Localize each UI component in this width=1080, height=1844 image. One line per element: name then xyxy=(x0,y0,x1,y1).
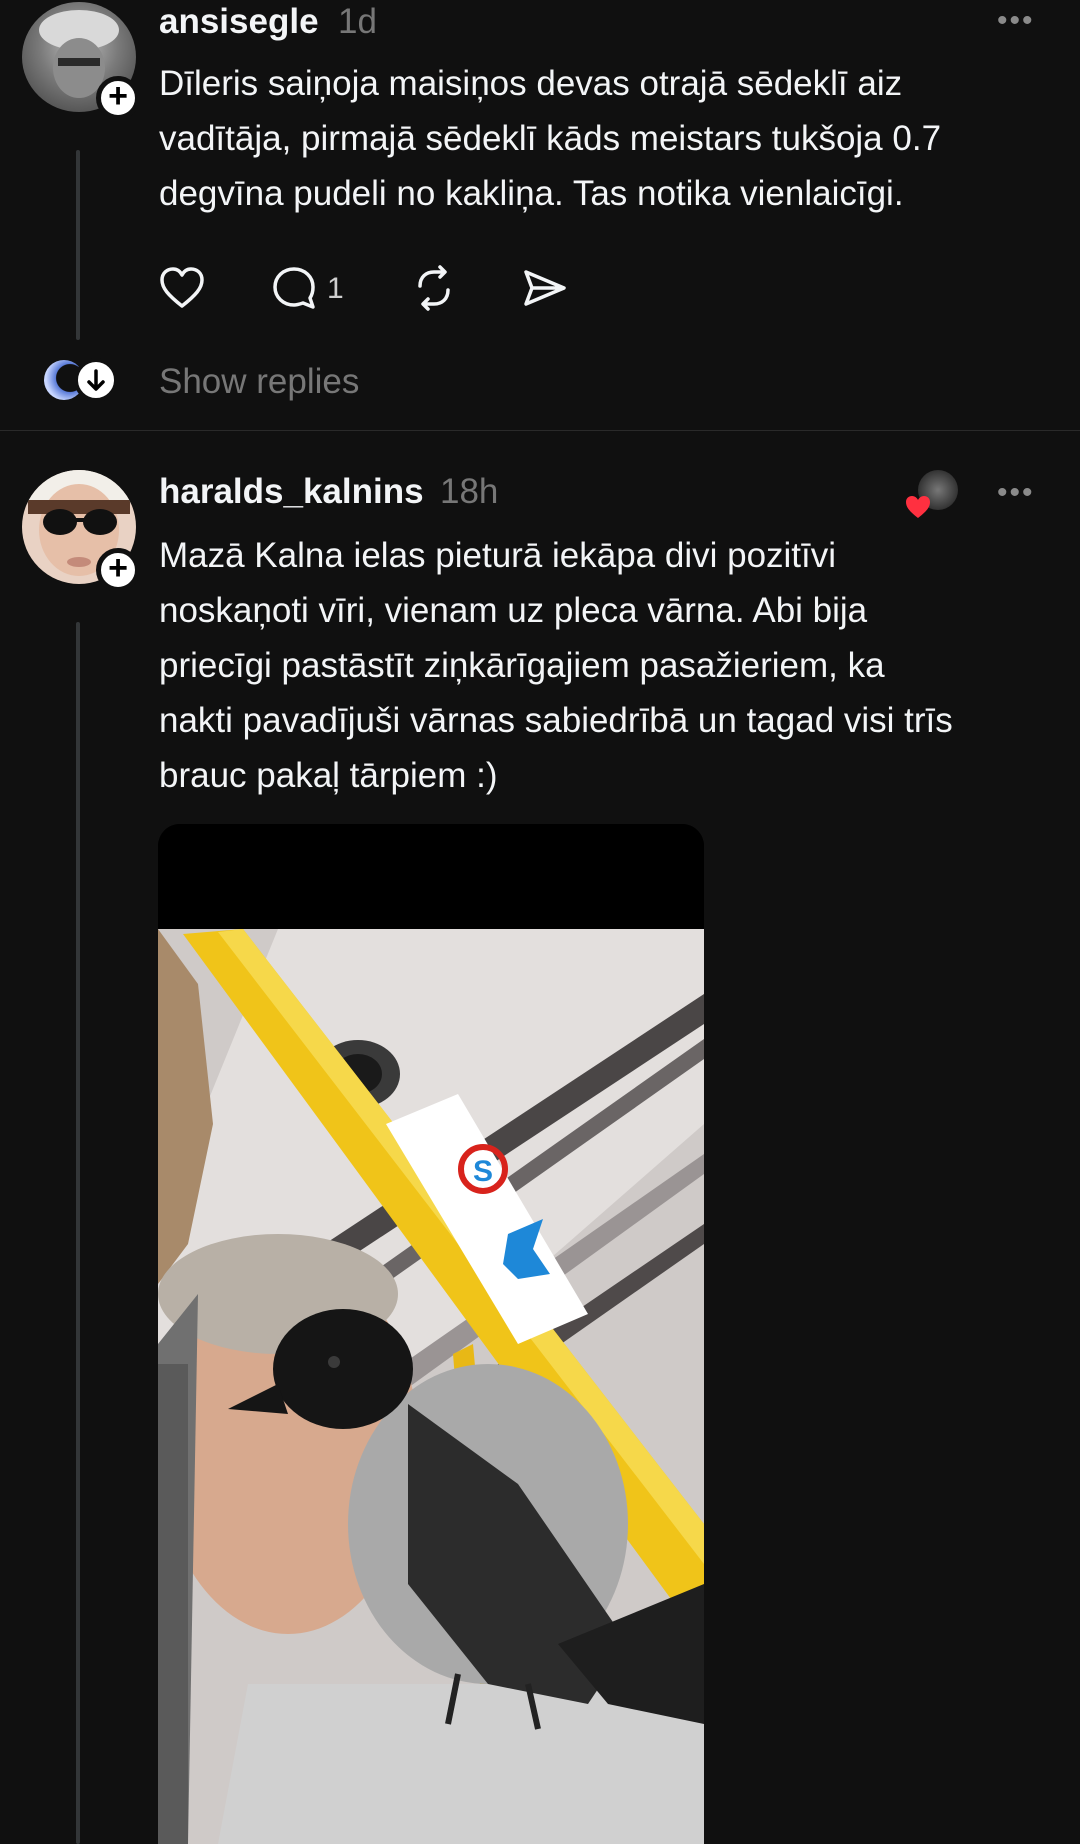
send-icon[interactable] xyxy=(520,264,568,312)
comment-icon[interactable] xyxy=(270,264,318,312)
show-replies-link[interactable]: Show replies xyxy=(159,362,359,402)
thread-line xyxy=(76,622,80,1844)
more-options-icon[interactable]: ••• xyxy=(997,476,1035,510)
post-text: Mazā Kalna ielas pieturā iekāpa divi poz… xyxy=(159,536,953,795)
heart-badge-icon xyxy=(906,496,930,518)
post-divider xyxy=(0,430,1080,431)
post-image[interactable]: S xyxy=(158,824,704,1844)
follow-plus-badge[interactable]: + xyxy=(96,76,140,120)
repost-icon[interactable] xyxy=(410,264,458,312)
reply-count: 1 xyxy=(327,272,344,305)
crow-on-shoulder-photo: S xyxy=(158,824,704,1844)
post-username[interactable]: haralds_kalnins xyxy=(159,472,424,512)
follow-plus-badge[interactable]: + xyxy=(96,548,140,592)
post-time: 1d xyxy=(338,2,377,41)
heart-icon[interactable] xyxy=(158,264,206,312)
expand-arrow-icon xyxy=(74,358,118,402)
reply-avatars[interactable] xyxy=(44,358,118,404)
post-username[interactable]: ansisegle xyxy=(159,2,319,42)
post-text: Dīleris saiņoja maisiņos devas otrajā sē… xyxy=(159,64,942,213)
liked-by-avatar[interactable] xyxy=(900,470,960,522)
svg-text:S: S xyxy=(473,1155,493,1188)
thread-line xyxy=(76,150,80,340)
post-time: 18h xyxy=(440,472,499,511)
more-options-icon[interactable]: ••• xyxy=(997,4,1035,38)
